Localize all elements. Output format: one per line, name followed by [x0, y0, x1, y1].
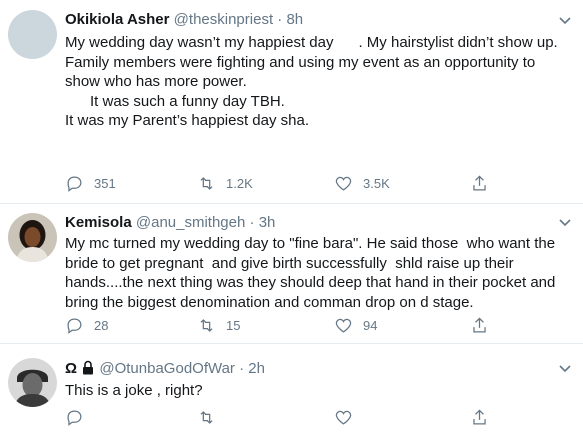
- retweet-button[interactable]: 1.2K: [197, 174, 253, 193]
- like-count: 3.5K: [363, 176, 390, 191]
- tweet-kemisola[interactable]: Kemisola @anu_smithgeh · 3h My mc turned…: [0, 204, 583, 344]
- tweet-line: hands....the next thing was they should …: [65, 274, 556, 291]
- tweet-okikiola[interactable]: Okikiola Asher @theskinpriest · 8h My we…: [0, 0, 583, 204]
- display-name[interactable]: Ω: [65, 360, 77, 377]
- tweet-text: My mc turned my wedding day to "fine bar…: [65, 234, 575, 312]
- reply-button[interactable]: 28: [65, 316, 108, 335]
- separator-dot: ·: [277, 11, 283, 28]
- tweet-line: bring the biggest denomination and comma…: [65, 293, 474, 311]
- display-name[interactable]: Kemisola: [65, 214, 132, 231]
- like-button[interactable]: [334, 408, 353, 427]
- tweet-line: It was such a funny day TBH.: [65, 92, 285, 110]
- retweet-button[interactable]: [197, 408, 216, 427]
- tweet-line: show who has more power.: [65, 73, 247, 90]
- tweet-header: Ω @OtunbaGodOfWar · 2h: [65, 359, 265, 378]
- chevron-down-icon[interactable]: [557, 12, 573, 28]
- chevron-down-icon[interactable]: [557, 360, 573, 376]
- like-button[interactable]: 3.5K: [334, 174, 390, 193]
- reply-button[interactable]: 351: [65, 174, 116, 193]
- tweet-line: bride to get pregnant and give birth suc…: [65, 254, 514, 272]
- tweet-line: My wedding day wasn’t my happiest day . …: [65, 34, 558, 51]
- like-icon: [335, 318, 352, 333]
- tweet-line: My mc turned my wedding day to "fine bar…: [65, 235, 556, 252]
- chevron-down-icon[interactable]: [557, 214, 573, 230]
- share-button[interactable]: [470, 408, 489, 427]
- timestamp[interactable]: 3h: [259, 214, 276, 231]
- retweet-icon: [200, 411, 213, 424]
- tweet-header: Kemisola @anu_smithgeh · 3h: [65, 213, 275, 232]
- retweet-icon: [200, 319, 213, 332]
- retweet-count: 15: [226, 318, 241, 333]
- share-button[interactable]: [470, 316, 489, 335]
- tweet-line: This is a joke , right?: [65, 382, 203, 399]
- like-icon: [335, 176, 352, 191]
- avatar[interactable]: [8, 358, 57, 407]
- reply-count: 28: [94, 318, 109, 333]
- reply-button[interactable]: [65, 408, 84, 427]
- reply-count: 351: [94, 176, 116, 191]
- separator-dot: ·: [239, 360, 245, 377]
- share-button[interactable]: [470, 174, 489, 193]
- tweet-text: This is a joke , right?: [65, 381, 575, 401]
- user-handle[interactable]: @theskinpriest: [174, 11, 273, 28]
- tweet-line: Family members were fighting and using m…: [65, 53, 536, 71]
- reply-icon: [67, 318, 82, 334]
- separator-dot: ·: [249, 214, 255, 231]
- share-icon: [473, 175, 486, 191]
- user-handle[interactable]: @OtunbaGodOfWar: [99, 360, 235, 377]
- avatar[interactable]: [8, 10, 57, 59]
- like-icon: [335, 410, 352, 425]
- tweet-actions: [65, 408, 505, 428]
- reply-icon: [67, 176, 82, 192]
- avatar[interactable]: [8, 213, 57, 262]
- share-icon: [473, 409, 486, 425]
- like-button[interactable]: 94: [334, 316, 377, 335]
- lock-icon: [83, 360, 94, 375]
- reply-icon: [67, 410, 82, 426]
- tweet-actions: 351 1.2K 3.5K: [65, 174, 505, 194]
- retweet-button[interactable]: 15: [197, 316, 240, 335]
- timestamp[interactable]: 2h: [248, 360, 265, 377]
- like-count: 94: [363, 318, 378, 333]
- timestamp[interactable]: 8h: [286, 11, 303, 28]
- user-handle[interactable]: @anu_smithgeh: [136, 214, 245, 231]
- tweet-header: Okikiola Asher @theskinpriest · 8h: [65, 10, 303, 29]
- retweet-count: 1.2K: [226, 176, 253, 191]
- tweet-otunba[interactable]: Ω @OtunbaGodOfWar · 2h This is a joke , …: [0, 344, 583, 446]
- retweet-icon: [200, 177, 213, 190]
- display-name[interactable]: Okikiola Asher: [65, 11, 170, 28]
- share-icon: [473, 317, 486, 333]
- tweet-line: It was my Parent’s happiest day sha.: [65, 112, 310, 129]
- tweet-text: My wedding day wasn’t my happiest day . …: [65, 33, 575, 131]
- tweet-actions: 28 15 94: [65, 316, 505, 336]
